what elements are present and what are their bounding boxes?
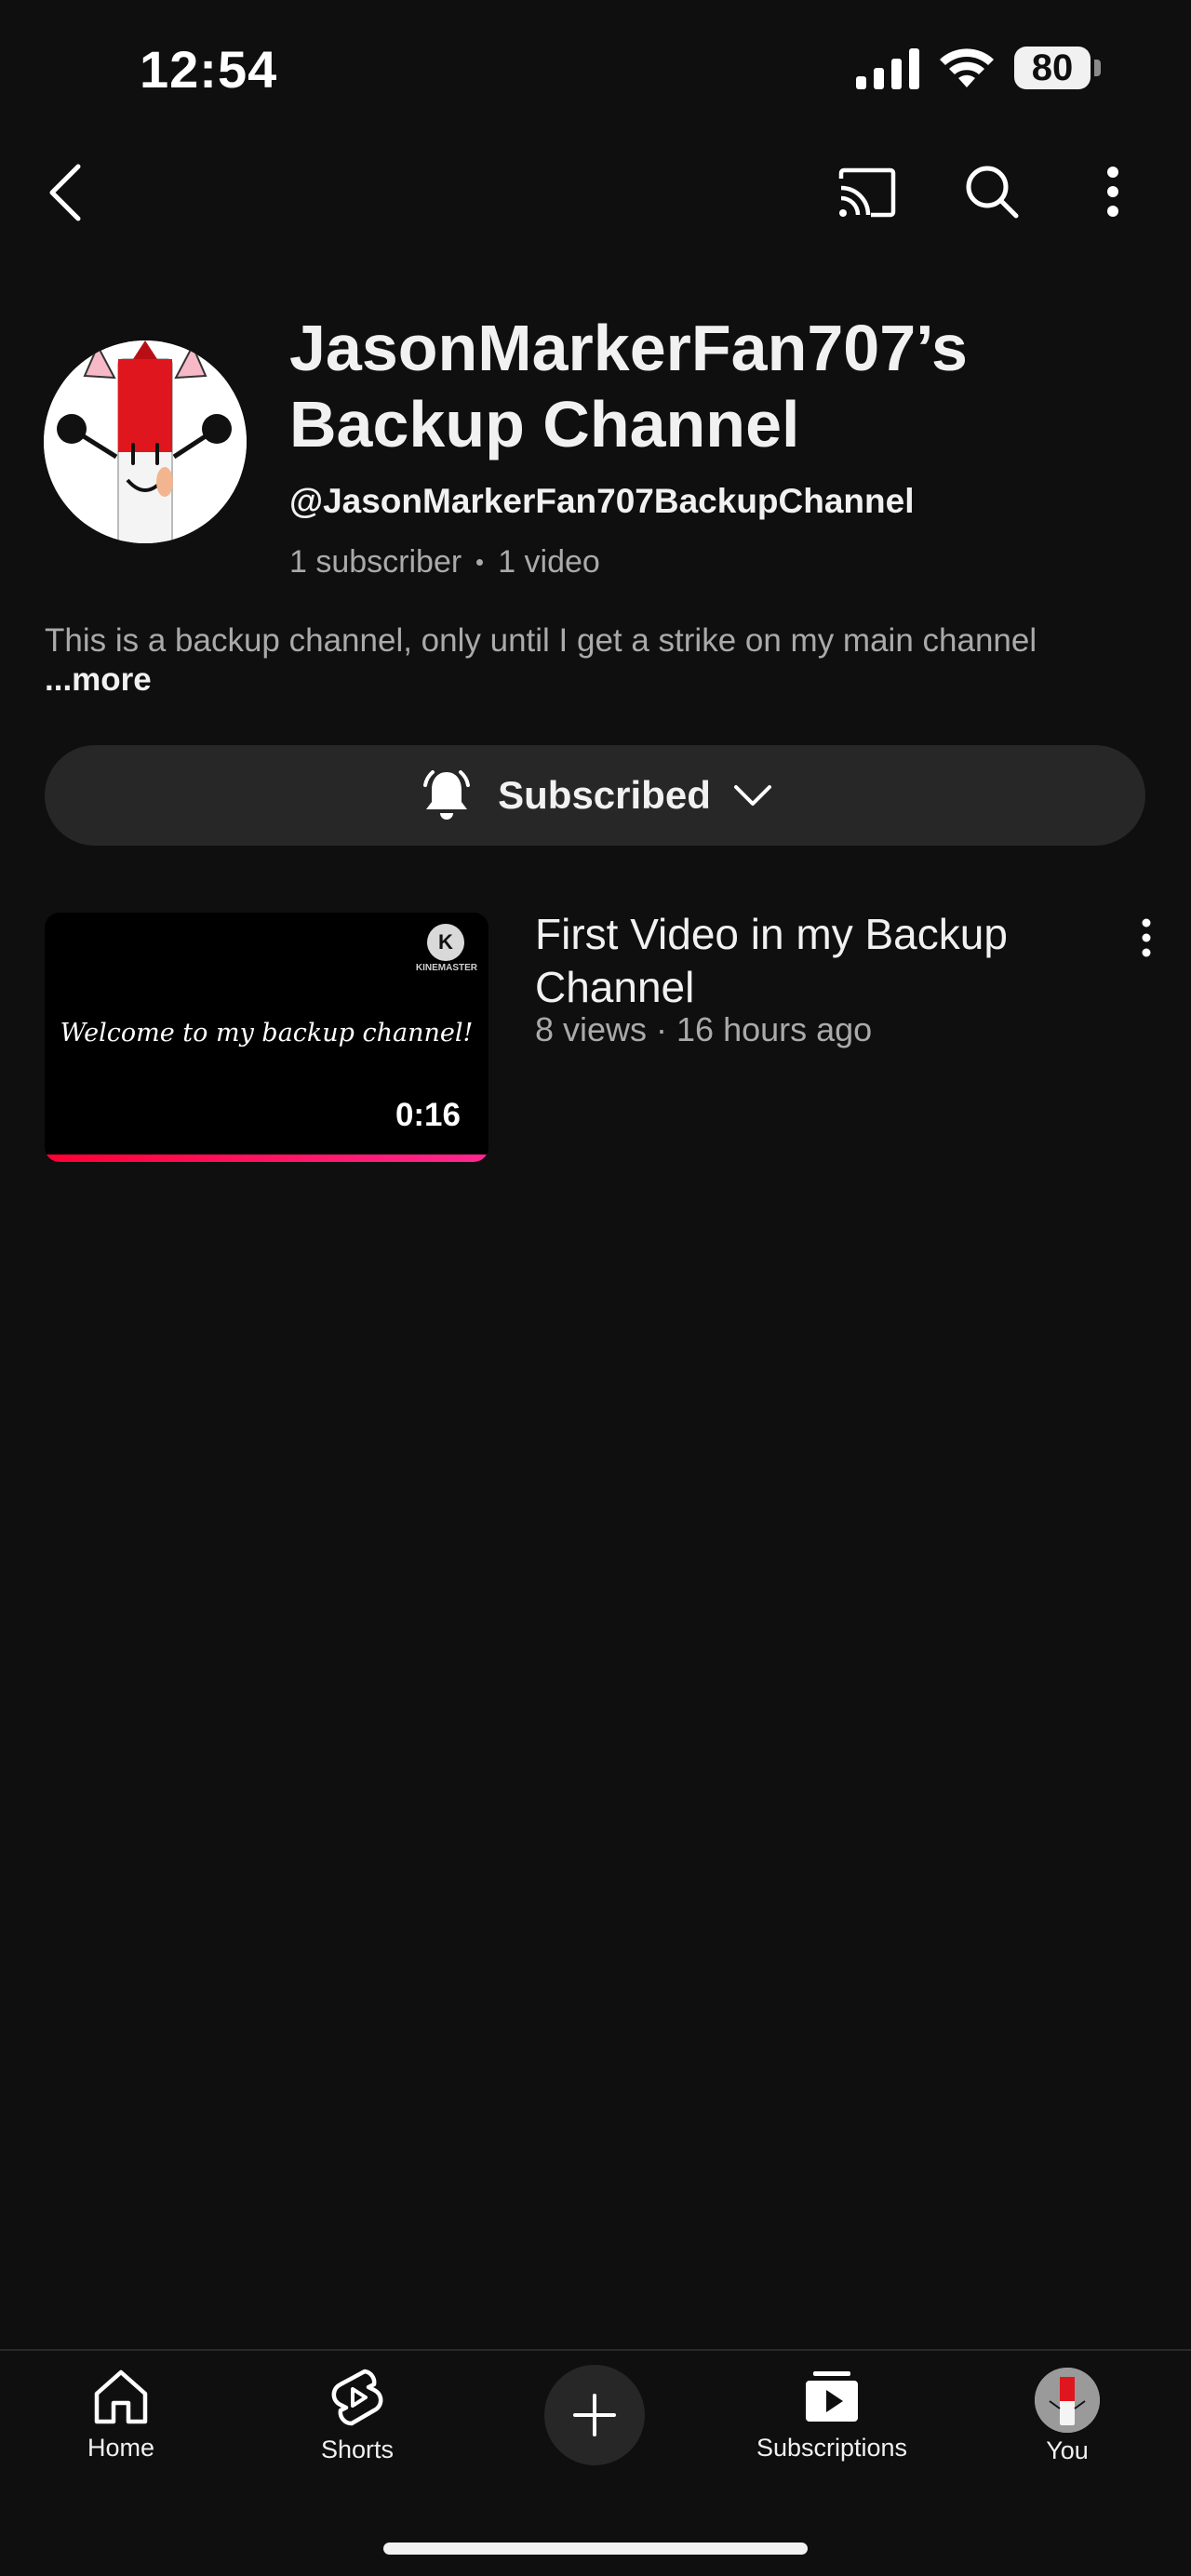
- home-indicator: [383, 2543, 808, 2555]
- thumbnail-watermark: KINEMASTER: [415, 963, 477, 973]
- marker-character-image: [44, 340, 247, 543]
- create-button[interactable]: [544, 2365, 645, 2465]
- you-avatar: [1035, 2368, 1100, 2433]
- video-count: 1 video: [498, 544, 600, 580]
- nav-home-label: Home: [87, 2434, 155, 2462]
- battery-icon: 80: [1014, 47, 1091, 89]
- channel-page: 12:54 80 JasonMarkerFan707’s Backup Chan…: [0, 0, 1191, 2576]
- nav-home[interactable]: Home: [19, 2368, 223, 2463]
- description-text: This is a backup channel, only until I g…: [45, 622, 1037, 659]
- thumbnail-text: Welcome to my backup channel!: [60, 1019, 474, 1048]
- video-title[interactable]: First Video in my Backup Channel: [535, 908, 1065, 1014]
- channel-title: JasonMarkerFan707’s Backup Channel: [289, 310, 1164, 462]
- bell-icon: [423, 770, 471, 820]
- nav-subscriptions[interactable]: Subscriptions: [729, 2368, 934, 2463]
- video-duration: 0:16: [395, 1097, 461, 1133]
- watch-progress-bar: [45, 1155, 488, 1162]
- channel-title-line1: JasonMarkerFan707’s: [289, 312, 968, 384]
- video-more-icon[interactable]: [1137, 918, 1156, 957]
- nav-you[interactable]: You: [965, 2368, 1170, 2465]
- wifi-icon: [940, 48, 994, 87]
- more-link[interactable]: ...more: [45, 661, 152, 698]
- search-icon[interactable]: [964, 164, 1020, 220]
- subscribed-button[interactable]: Subscribed: [45, 745, 1145, 846]
- nav-you-label: You: [1046, 2436, 1089, 2464]
- chevron-down-icon: [733, 785, 771, 806]
- cast-icon[interactable]: [837, 167, 897, 218]
- channel-title-line2: Backup Channel: [289, 388, 800, 460]
- separator-dot: [476, 559, 484, 566]
- signal-icon: [856, 48, 919, 89]
- channel-stats: 1 subscriber 1 video: [289, 544, 600, 581]
- shorts-icon: [331, 2369, 383, 2426]
- video-thumbnail[interactable]: K KINEMASTER Welcome to my backup channe…: [45, 913, 488, 1162]
- home-icon: [94, 2369, 148, 2424]
- video-meta: 8 views · 16 hours ago: [535, 1010, 873, 1048]
- channel-avatar[interactable]: [44, 340, 247, 543]
- nav-shorts-label: Shorts: [320, 2436, 395, 2463]
- subscriptions-icon: [806, 2371, 858, 2422]
- subscriber-count: 1 subscriber: [289, 544, 462, 580]
- nav-subscriptions-label: Subscriptions: [756, 2434, 908, 2462]
- more-vert-icon[interactable]: [1102, 166, 1124, 218]
- channel-handle: @JasonMarkerFan707BackupChannel: [289, 482, 915, 520]
- nav-shorts[interactable]: Shorts: [255, 2368, 460, 2464]
- subscribed-label: Subscribed: [498, 773, 711, 817]
- status-time: 12:54: [140, 40, 278, 99]
- kinemaster-logo-icon: K: [427, 924, 464, 961]
- battery-cap: [1094, 60, 1101, 76]
- channel-description[interactable]: This is a backup channel, only until I g…: [45, 621, 1105, 700]
- back-icon[interactable]: [45, 163, 87, 222]
- create-plus-icon: [573, 2394, 616, 2436]
